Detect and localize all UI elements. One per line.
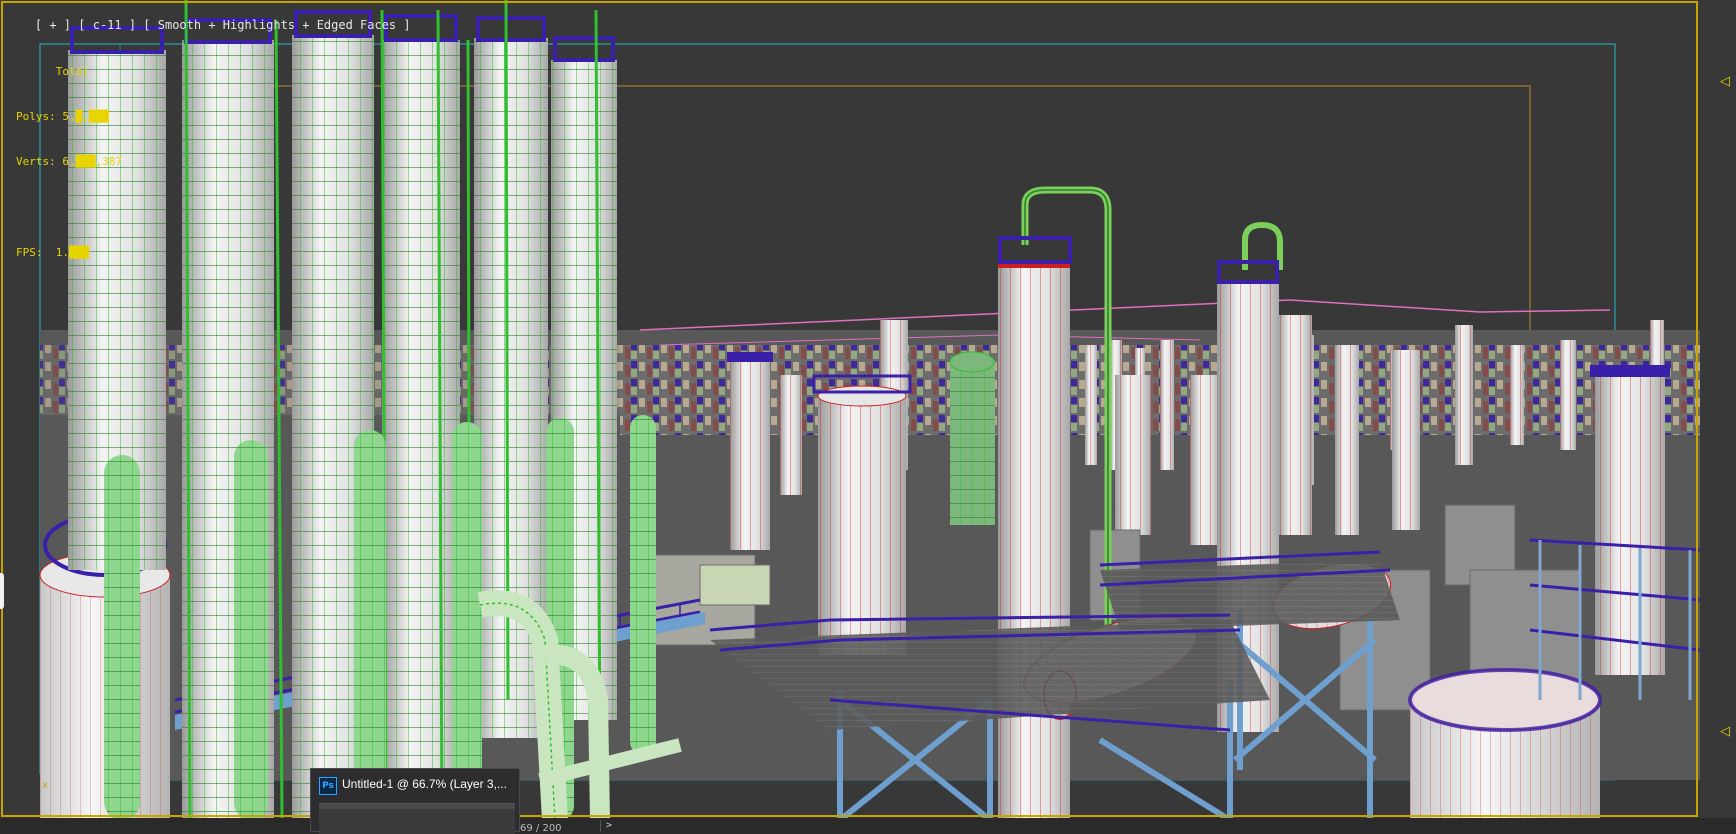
viewport-statistics: Total Polys: 5,█,███ Verts: 6,███,387 FP… xyxy=(16,34,122,290)
window-thumbnail[interactable] xyxy=(319,803,515,834)
viewport-view-name[interactable]: [ c-11 ] xyxy=(78,18,136,32)
tower-mid-3 xyxy=(1190,375,1220,545)
storage-tank-right xyxy=(1408,668,1602,820)
tower-mid-2 xyxy=(1115,375,1151,535)
taskbar-thumbnail-popup[interactable]: Ps Untitled-1 @ 66.7% (Layer 3,... xyxy=(310,768,520,834)
3d-viewport[interactable]: x [ + ] [ c-11 ] [ Smooth + Highlights +… xyxy=(0,0,1736,834)
time-slider-bar[interactable] xyxy=(0,818,1736,832)
next-frame-button[interactable]: > xyxy=(600,820,617,832)
column-4 xyxy=(382,14,460,780)
tower-center-large xyxy=(812,374,912,655)
side-panel-tab[interactable] xyxy=(0,573,4,609)
frame-counter: 69 / 200 xyxy=(520,823,562,834)
stats-fps: FPS: 1.███ xyxy=(16,246,89,259)
tower-mid-4 xyxy=(1278,315,1312,535)
tower-mid-1 xyxy=(727,352,773,550)
scene-render[interactable]: x xyxy=(0,0,1736,832)
svg-text:x: x xyxy=(42,780,48,791)
stats-verts: Verts: 6,███,387 xyxy=(16,155,122,168)
photoshop-icon: Ps xyxy=(319,777,337,795)
viewport-edge-arrow-top-icon[interactable]: ◁ xyxy=(1720,74,1730,89)
viewport-edge-arrow-bottom-icon[interactable]: ◁ xyxy=(1720,724,1730,739)
tower-mid-7 xyxy=(1590,365,1670,675)
viewport-menu-plus[interactable]: [ + ] xyxy=(35,18,71,32)
taskbar-window-title[interactable]: Untitled-1 @ 66.7% (Layer 3,... xyxy=(342,777,507,791)
stats-total-label: Total xyxy=(55,65,89,78)
stats-polys: Polys: 5,█,███ xyxy=(16,110,109,123)
tower-mid-5 xyxy=(1335,345,1359,535)
viewport-shading-mode[interactable]: [ Smooth + Highlights + Edged Faces ] xyxy=(143,18,410,32)
tower-mid-6 xyxy=(1392,350,1420,530)
